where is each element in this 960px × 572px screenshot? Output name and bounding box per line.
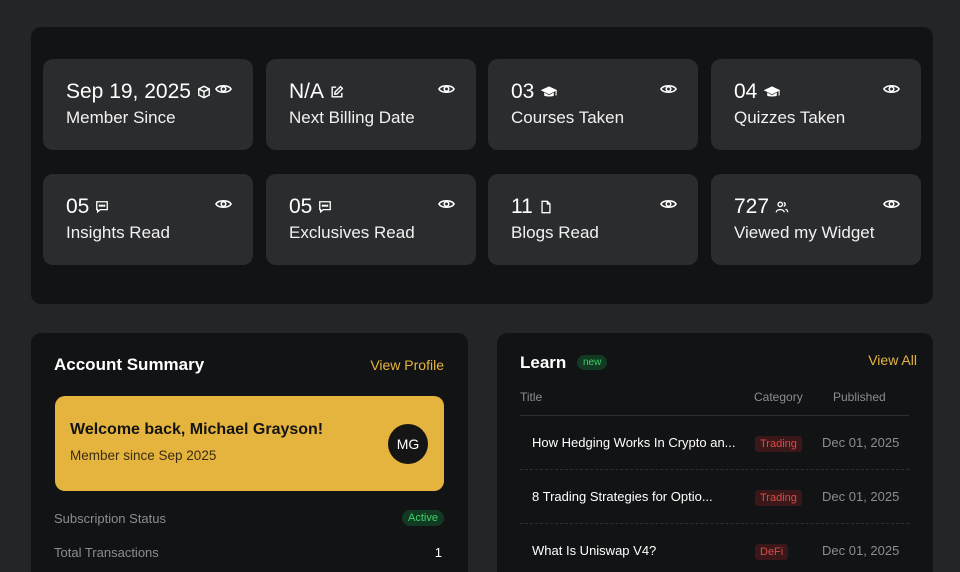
welcome-title: Welcome back, Michael Grayson! bbox=[70, 421, 324, 438]
table-row[interactable]: What Is Uniswap V4? DeFi Dec 01, 2025 bbox=[520, 524, 909, 572]
article-title[interactable]: How Hedging Works In Crypto an... bbox=[532, 435, 736, 450]
article-title[interactable]: What Is Uniswap V4? bbox=[532, 543, 656, 558]
view-all-link[interactable]: View All bbox=[868, 352, 917, 368]
stat-value-row: Sep 19, 2025 bbox=[66, 79, 211, 105]
stat-label: Next Billing Date bbox=[289, 108, 415, 127]
stat-value: 727 bbox=[734, 195, 770, 218]
stats-panel: Sep 19, 2025 Member Since N/A Next Billi… bbox=[31, 27, 933, 304]
column-header-published: Published bbox=[833, 390, 886, 404]
eye-icon[interactable] bbox=[438, 197, 455, 211]
summary-row-subscription: Subscription Status Active bbox=[54, 508, 444, 528]
column-header-title: Title bbox=[520, 390, 543, 404]
stat-value-row: 05 bbox=[289, 194, 332, 220]
article-title[interactable]: 8 Trading Strategies for Optio... bbox=[532, 489, 713, 504]
stat-label: Blogs Read bbox=[511, 223, 599, 242]
eye-icon[interactable] bbox=[883, 82, 900, 96]
stat-card-blogs: 11 Blogs Read bbox=[488, 174, 698, 265]
stat-value: Sep 19, 2025 bbox=[66, 80, 191, 103]
stat-label: Quizzes Taken bbox=[734, 108, 846, 127]
category-badge: Trading bbox=[755, 490, 802, 506]
stat-value-row: N/A bbox=[289, 79, 344, 105]
stat-value: 05 bbox=[66, 195, 90, 218]
eye-icon[interactable] bbox=[215, 82, 232, 96]
cube-icon bbox=[197, 85, 211, 99]
view-profile-link[interactable]: View Profile bbox=[370, 357, 444, 373]
stat-card-quizzes: 04 Quizzes Taken bbox=[711, 59, 921, 150]
eye-icon[interactable] bbox=[215, 197, 232, 211]
account-summary-title: Account Summary bbox=[54, 355, 205, 374]
message-icon bbox=[95, 200, 109, 214]
stat-value: 04 bbox=[734, 80, 758, 103]
published-date: Dec 01, 2025 bbox=[822, 543, 900, 558]
stat-label: Courses Taken bbox=[511, 108, 625, 127]
stat-value-row: 04 bbox=[734, 79, 781, 105]
stat-card-courses: 03 Courses Taken bbox=[488, 59, 698, 150]
eye-icon[interactable] bbox=[660, 82, 677, 96]
eye-icon[interactable] bbox=[660, 197, 677, 211]
stat-value: 05 bbox=[289, 195, 313, 218]
status-badge: Active bbox=[402, 510, 444, 526]
summary-label: Subscription Status bbox=[54, 510, 167, 526]
category-badge: DeFi bbox=[755, 544, 789, 560]
stat-card-next-billing: N/A Next Billing Date bbox=[266, 59, 476, 150]
stat-card-widget-views: 727 Viewed my Widget bbox=[711, 174, 921, 265]
table-row[interactable]: 8 Trading Strategies for Optio... Tradin… bbox=[520, 470, 909, 524]
stat-value-row: 03 bbox=[511, 79, 558, 105]
learn-panel: Learn new View All Title Category Publis… bbox=[497, 333, 933, 572]
summary-label: Total Transactions bbox=[54, 544, 159, 560]
stat-value-row: 727 bbox=[734, 194, 789, 220]
document-icon bbox=[539, 200, 553, 214]
table-header: Title Category Published bbox=[520, 390, 909, 416]
column-header-category: Category bbox=[754, 390, 803, 404]
eye-icon[interactable] bbox=[438, 82, 455, 96]
account-summary-panel: Account Summary View Profile Welcome bac… bbox=[31, 333, 468, 572]
published-date: Dec 01, 2025 bbox=[822, 489, 900, 504]
new-badge: new bbox=[577, 355, 608, 370]
graduation-cap-icon bbox=[763, 85, 781, 99]
graduation-cap-icon bbox=[540, 85, 558, 99]
stat-label: Member Since bbox=[66, 108, 176, 127]
published-date: Dec 01, 2025 bbox=[822, 435, 900, 450]
eye-icon[interactable] bbox=[883, 197, 900, 211]
users-icon bbox=[775, 200, 789, 214]
stat-value-row: 11 bbox=[511, 194, 553, 220]
category-badge: Trading bbox=[755, 436, 802, 452]
stat-value-row: 05 bbox=[66, 194, 109, 220]
stat-card-insights: 05 Insights Read bbox=[43, 174, 253, 265]
summary-row-transactions: Total Transactions 1 bbox=[54, 542, 444, 562]
stat-label: Insights Read bbox=[66, 223, 170, 242]
message-icon bbox=[318, 200, 332, 214]
stat-label: Viewed my Widget bbox=[734, 223, 875, 242]
learn-title: Learn bbox=[520, 353, 567, 372]
stat-value: 03 bbox=[511, 80, 535, 103]
welcome-subtitle: Member since Sep 2025 bbox=[70, 448, 217, 463]
welcome-card: Welcome back, Michael Grayson! Member si… bbox=[55, 396, 444, 491]
table-row[interactable]: How Hedging Works In Crypto an... Tradin… bbox=[520, 416, 909, 470]
stat-label: Exclusives Read bbox=[289, 223, 415, 242]
stat-card-exclusives: 05 Exclusives Read bbox=[266, 174, 476, 265]
stat-card-member-since: Sep 19, 2025 Member Since bbox=[43, 59, 253, 150]
edit-icon bbox=[330, 85, 344, 99]
avatar[interactable]: MG bbox=[388, 424, 428, 464]
stat-value: N/A bbox=[289, 80, 325, 103]
stat-value: 11 bbox=[511, 195, 533, 218]
summary-value: 1 bbox=[434, 544, 442, 560]
